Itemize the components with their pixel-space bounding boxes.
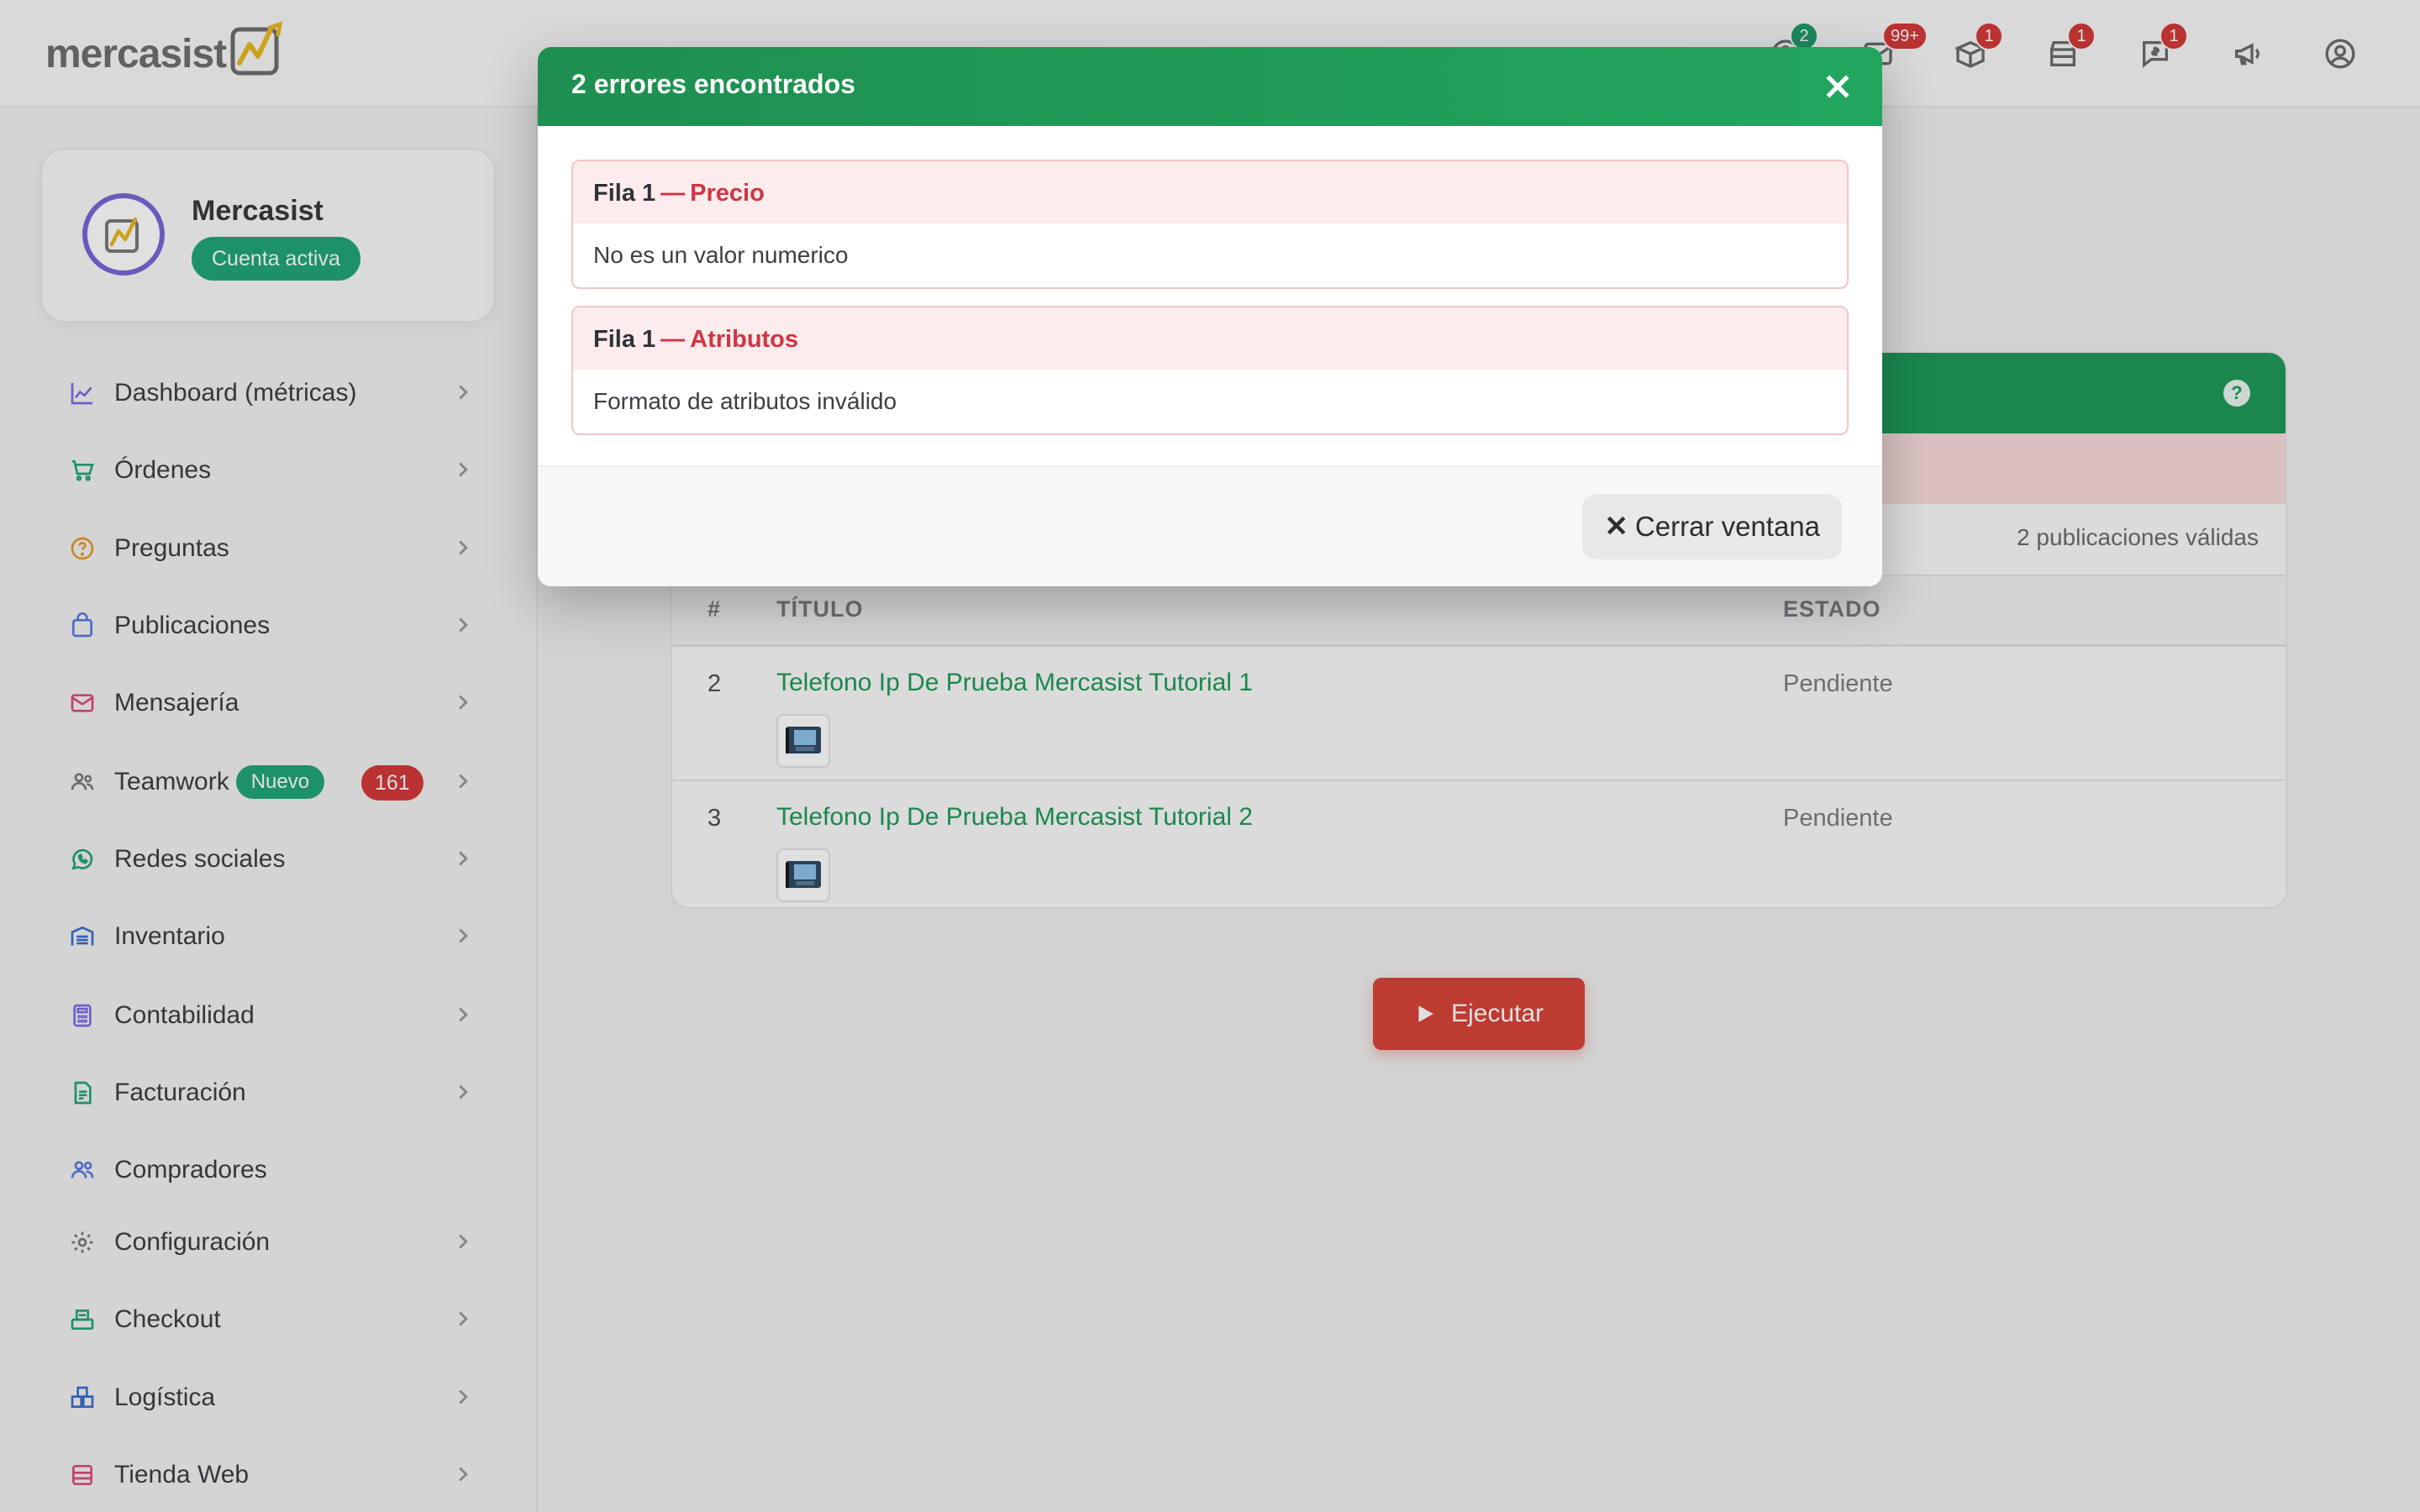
modal-header: 2 errores encontrados [538,47,1882,126]
error-item-header: Fila 1— Atributos [573,307,1847,370]
error-separator: — [660,326,686,353]
error-location: Fila 1— Atributos [593,326,798,354]
close-icon[interactable] [1815,64,1860,109]
modal-title: 2 errores encontrados [571,69,855,99]
error-row-label: Fila 1 [593,326,656,353]
close-window-button[interactable]: ✕ Cerrar ventana [1582,494,1842,559]
error-field-label: Atributos [690,326,799,353]
error-message: No es un valor numerico [593,242,849,268]
error-location: Fila 1— Precio [593,180,765,207]
error-message: Formato de atributos inválido [593,388,897,414]
error-field-label: Precio [690,180,765,207]
error-item: Fila 1— Precio No es un valor numerico [571,160,1849,289]
error-row-label: Fila 1 [593,180,656,207]
close-window-label: Cerrar ventana [1634,511,1820,542]
error-item-header: Fila 1— Precio [573,161,1847,223]
close-x-icon: ✕ [1604,511,1628,543]
error-separator: — [660,180,686,207]
error-item: Fila 1— Atributos Formato de atributos in… [571,306,1849,435]
modal-footer: ✕ Cerrar ventana [538,465,1882,586]
errors-modal: 2 errores encontrados Fila 1— Precio No e… [538,47,1882,586]
